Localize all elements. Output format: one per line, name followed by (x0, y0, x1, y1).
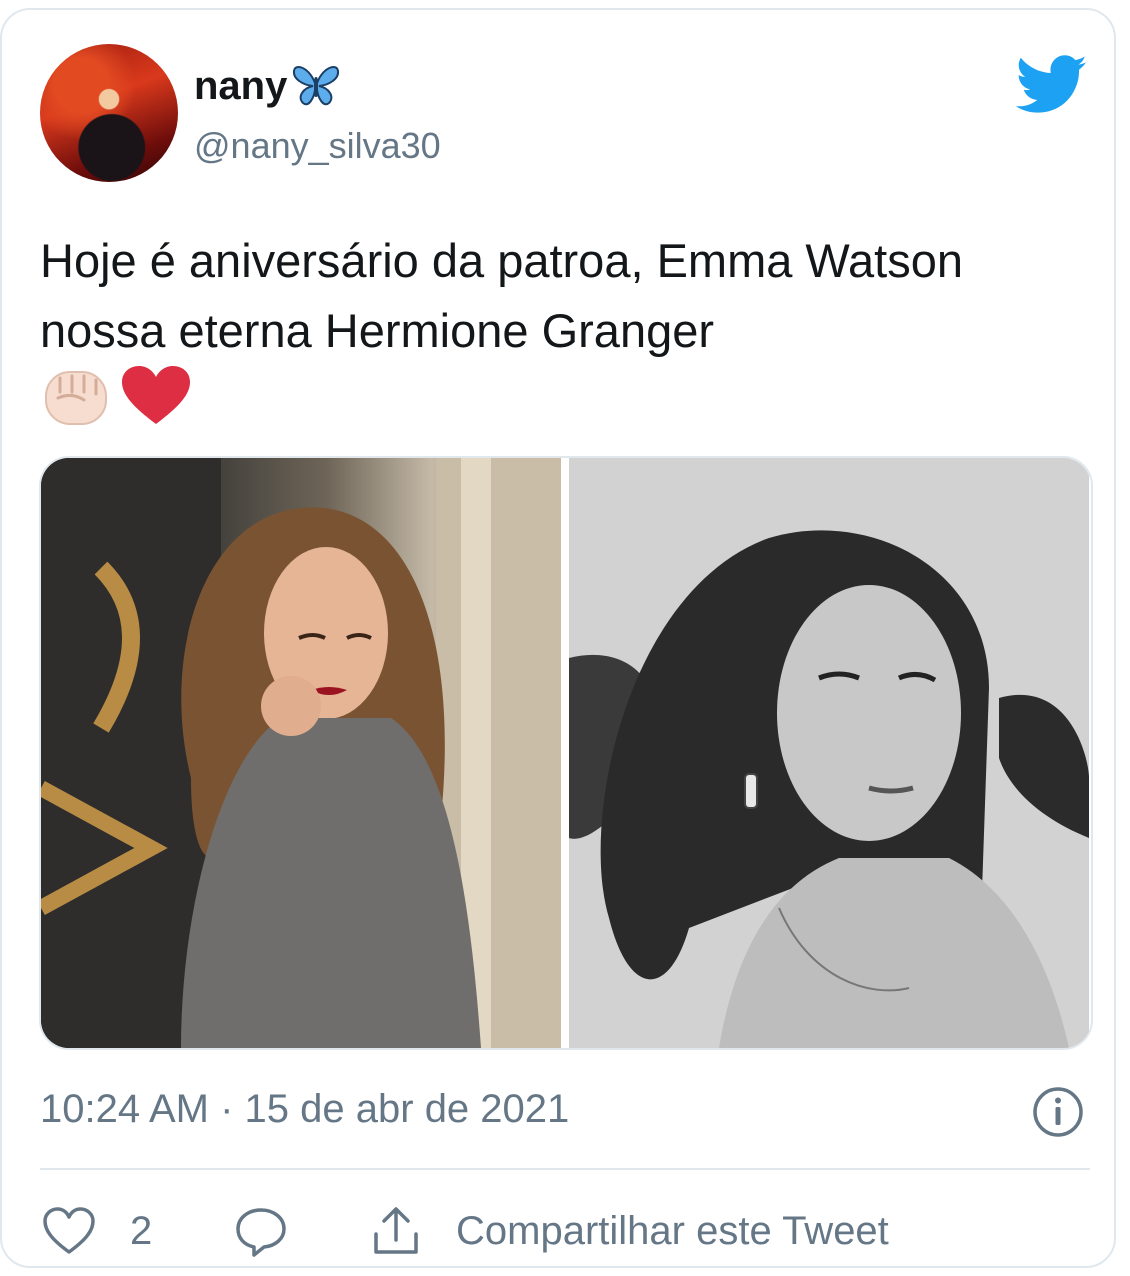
avatar[interactable] (40, 44, 178, 182)
photo-black-and-white[interactable] (569, 458, 1089, 1048)
share-icon[interactable] (370, 1204, 422, 1258)
raised-fist-icon (45, 371, 107, 425)
user-name-row[interactable]: nany (194, 62, 341, 110)
tweet-emojis (40, 364, 192, 428)
photo-color-illustration (41, 458, 561, 1048)
tweet-card: nany @nany_silva30 Hoje é aniversário da… (0, 8, 1116, 1268)
heart-icon[interactable] (42, 1206, 96, 1256)
info-icon[interactable] (1032, 1086, 1084, 1138)
photo-color[interactable] (41, 458, 561, 1048)
red-heart-icon (122, 366, 190, 424)
tweet-timestamp[interactable]: 10:24 AM · 15 de abr de 2021 (40, 1084, 569, 1134)
user-handle[interactable]: @nany_silva30 (194, 124, 441, 168)
reply-bubble-icon[interactable] (234, 1206, 288, 1258)
tweet-text: Hoje é aniversário da patroa, Emma Watso… (40, 234, 964, 357)
like-count[interactable]: 2 (130, 1206, 152, 1256)
butterfly-icon (293, 66, 340, 106)
tweet-media[interactable] (39, 456, 1093, 1050)
photo-bw-illustration (569, 458, 1089, 1048)
divider (40, 1168, 1090, 1170)
share-label[interactable]: Compartilhar este Tweet (456, 1206, 889, 1256)
twitter-bird-icon[interactable] (1016, 54, 1088, 116)
display-name[interactable]: nany (194, 62, 287, 110)
